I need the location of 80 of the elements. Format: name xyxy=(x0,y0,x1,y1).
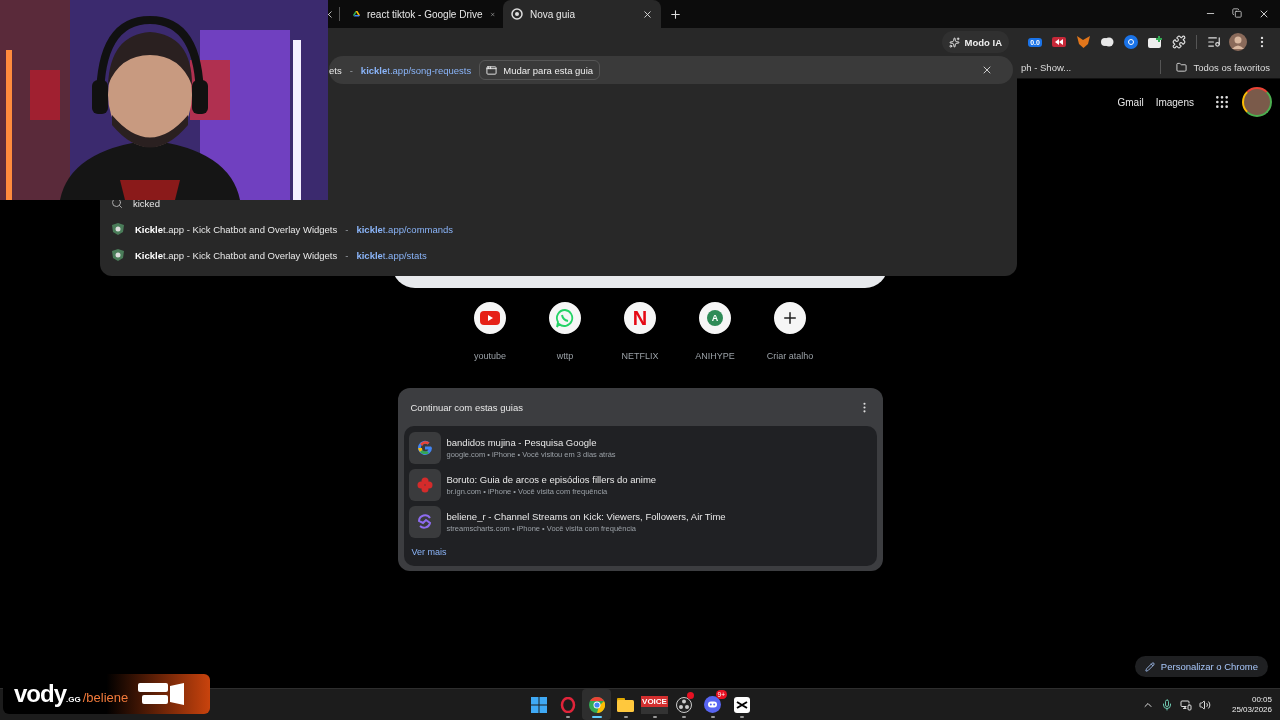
shortcut-label: Criar atalho xyxy=(766,351,814,361)
suggestion-title: Kicklet.app - Kick Chatbot and Overlay Widgets xyxy=(135,249,338,261)
shortcut-tile[interactable]: youtube xyxy=(452,302,528,361)
suggestion-url: kicklet.app/song-requests xyxy=(360,64,472,76)
shortcut-letter: N xyxy=(632,306,648,330)
suggestion-title: Kicklet.app - Kick Chatbot and Overlay Widgets xyxy=(135,223,338,235)
ring-app-icon[interactable] xyxy=(559,696,576,713)
shortcut-label: ANIHYPE xyxy=(695,351,735,361)
phone-bubble-icon xyxy=(555,308,575,328)
clock-time: 00:05 xyxy=(1251,695,1272,704)
close-window-icon[interactable] xyxy=(1258,8,1270,20)
close-icon[interactable] xyxy=(642,8,653,20)
play-icon xyxy=(480,311,500,325)
browser-tab[interactable]: react tiktok - Google Drive xyxy=(345,0,503,28)
suggestion-url: kicklet.app/stats xyxy=(356,249,427,261)
apps-grid-icon[interactable] xyxy=(1214,94,1230,110)
separator-text: - xyxy=(349,64,353,76)
item-title: Boruto: Guia de arcos e episódios fillers do anime xyxy=(446,473,657,485)
overlay-logo-icon xyxy=(138,681,185,707)
suggestion-url: kicklet.app/commands xyxy=(356,223,454,235)
shield-icon xyxy=(111,222,125,236)
volume-icon[interactable] xyxy=(1198,698,1211,711)
tab-title: Nova guia xyxy=(530,8,577,20)
windows-start-icon[interactable] xyxy=(530,696,547,713)
record-app-icon[interactable] xyxy=(675,696,692,713)
swirl-icon xyxy=(416,513,433,530)
ai-mode-button[interactable]: Modo IA xyxy=(941,31,1009,53)
flower-icon xyxy=(416,476,433,493)
g-logo-icon xyxy=(416,439,433,456)
header-link[interactable]: Gmail xyxy=(1117,96,1144,108)
tab-title: react tiktok - Google Drive xyxy=(366,8,483,20)
shortcut-tile[interactable]: Criar atalho xyxy=(752,302,828,361)
header-link[interactable]: Imagens xyxy=(1155,96,1194,108)
suggestion-title: kicked xyxy=(133,197,160,209)
shortcut-letter: A xyxy=(707,310,723,326)
folder-icon xyxy=(1176,61,1188,73)
search-icon xyxy=(111,197,123,209)
overlay-logo-text: vody.GG/beliene xyxy=(14,680,129,708)
account-avatar[interactable] xyxy=(1242,87,1272,117)
suggestion-title: ets xyxy=(329,64,342,76)
item-title: bandidos mujina - Pesquisa Google xyxy=(446,436,598,448)
window-icon xyxy=(486,64,498,76)
browser-tab[interactable]: Nova guia xyxy=(503,0,661,28)
taskbar-app[interactable] xyxy=(582,689,611,720)
shortcut-label: NETFLIX xyxy=(621,351,659,361)
chat-app-icon[interactable] xyxy=(704,696,721,713)
separator-text: - xyxy=(345,223,349,235)
bookmark-link[interactable]: ph - Show... xyxy=(1021,61,1072,73)
card-title: Continuar com estas guias xyxy=(410,401,523,413)
taskbar-app[interactable]: VOICE xyxy=(640,689,669,720)
item-title: beliene_r - Channel Streams on Kick: Viewers, Followers, Air Time xyxy=(446,510,726,522)
profile-avatar[interactable] xyxy=(1226,30,1250,54)
sparkle-search-icon xyxy=(948,36,960,48)
add-icon xyxy=(781,309,799,327)
mixer-app-icon[interactable]: VOICE xyxy=(641,695,668,714)
network-icon[interactable] xyxy=(1179,698,1192,711)
see-more-link[interactable]: Ver mais xyxy=(408,540,450,562)
suggestion-row[interactable]: kicked xyxy=(104,190,1013,216)
separator-text: - xyxy=(345,249,349,261)
new-tab-icon[interactable] xyxy=(669,7,682,21)
pencil-icon xyxy=(1144,661,1155,672)
browser-app-icon[interactable] xyxy=(588,696,605,713)
clock-date: 25/03/2026 xyxy=(1231,705,1272,714)
shortcut-tile[interactable]: wttp xyxy=(527,302,603,361)
shortcut-tile[interactable]: N NETFLIX xyxy=(602,302,678,361)
restore-icon[interactable] xyxy=(1232,8,1242,18)
suggestion-row[interactable]: ets - kicklet.app/song-requests Mudar para esta guia xyxy=(329,56,1013,84)
editor-app-icon[interactable] xyxy=(733,696,750,713)
suggestion-row[interactable]: Kicklet.app - Kick Chatbot and Overlay Widgets - kicklet.app/commands xyxy=(104,216,1013,242)
close-icon[interactable] xyxy=(981,64,993,76)
switch-tab-button[interactable]: Mudar para esta guia xyxy=(479,60,601,80)
folder-app-icon[interactable] xyxy=(617,697,634,712)
shortcut-label: youtube xyxy=(474,351,506,361)
shortcut-tile[interactable]: A ANIHYPE xyxy=(677,302,753,361)
shield-icon xyxy=(111,248,125,262)
microphone-icon[interactable] xyxy=(1160,698,1173,711)
all-bookmarks-button[interactable]: Todos os favoritos xyxy=(1176,61,1270,73)
customize-button[interactable]: Personalizar o Chrome xyxy=(1134,656,1268,677)
shortcut-label: wttp xyxy=(556,351,574,361)
suggestion-row[interactable]: Kicklet.app - Kick Chatbot and Overlay Widgets - kicklet.app/stats xyxy=(104,242,1013,268)
